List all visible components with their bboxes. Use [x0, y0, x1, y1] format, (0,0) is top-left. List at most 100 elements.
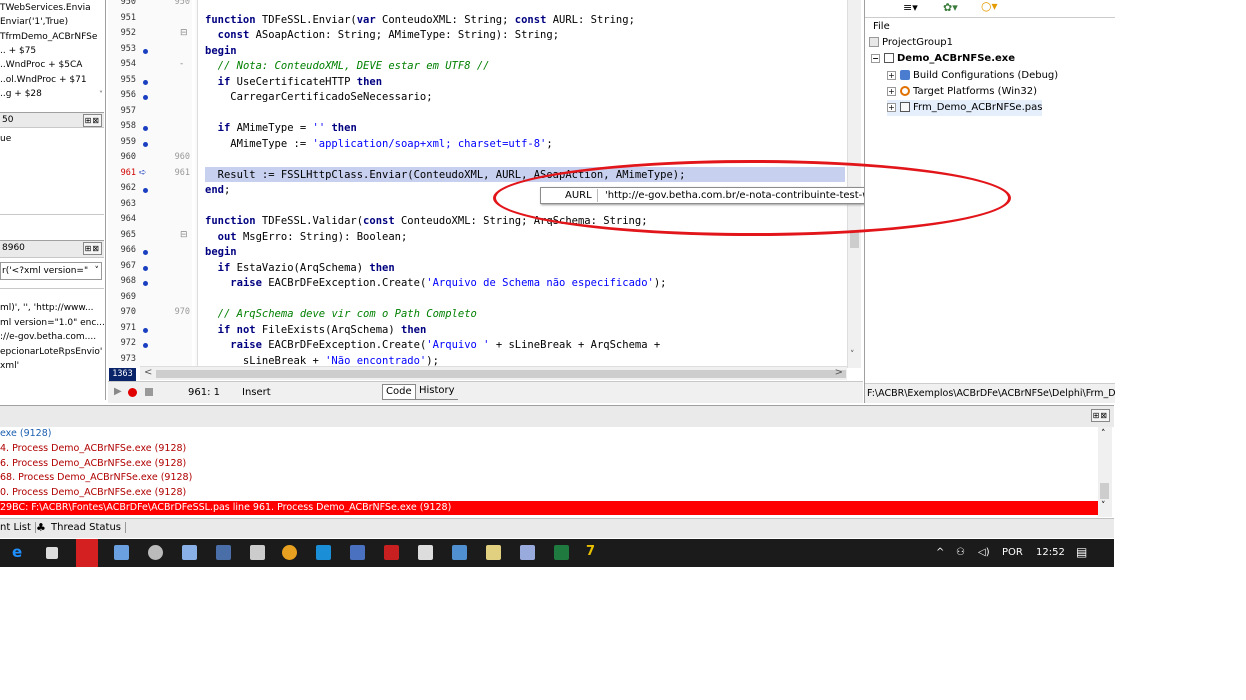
code-line[interactable]: raise EACBrDFeException.Create('Arquivo … [205, 338, 660, 354]
code-line[interactable]: end; [205, 183, 230, 199]
call-stack-item[interactable]: ..g + $28 [0, 88, 104, 101]
run-icon[interactable]: ▶ [114, 386, 122, 397]
fold-toggle-icon[interactable]: ⊟ [180, 230, 188, 240]
local-variable-item[interactable]: epcionarLoteRpsEnvio' [0, 346, 104, 359]
error-message-line[interactable]: 29BC: F:\ACBR\Fontes\ACBrDFe\ACBrDFeSSL.… [0, 501, 1098, 515]
app-icon-4[interactable] [250, 545, 265, 560]
code-line[interactable]: raise EACBrDFeException.Create('Arquivo … [205, 276, 666, 292]
app-icon-1[interactable] [114, 545, 129, 560]
code-line[interactable]: CarregarCertificadoSeNecessario; [205, 90, 432, 106]
code-line[interactable]: begin [205, 245, 237, 261]
edge-icon[interactable]: e [12, 543, 27, 561]
messages-scrollbar[interactable]: ˄ ˅ [1098, 427, 1112, 517]
breakpoint-dot-icon[interactable] [143, 250, 148, 255]
call-stack-item[interactable]: TWebServices.Envia [0, 2, 104, 15]
chrome-icon[interactable] [282, 545, 297, 560]
breakpoint-dot-icon[interactable] [143, 265, 148, 271]
filezilla-icon[interactable] [384, 545, 399, 560]
tab-history[interactable]: History [416, 384, 458, 400]
scroll-down-icon[interactable]: ˅ [1101, 501, 1106, 511]
options-icon[interactable]: ○▾ [981, 0, 998, 13]
tree-build-configurations[interactable]: + Build Configurations (Debug) [887, 68, 1058, 84]
breakpoint-dot-icon[interactable] [143, 281, 148, 286]
tab-code[interactable]: Code [382, 384, 416, 400]
app-icon-3[interactable] [216, 545, 231, 560]
app-icon-5[interactable] [350, 545, 365, 560]
messages-panel[interactable]: exe (9128) 4. Process Demo_ACBrNFSe.exe (… [0, 427, 1114, 517]
scroll-left-icon[interactable]: < [144, 367, 152, 378]
app-icon-7[interactable] [520, 545, 535, 560]
tab-thread-status[interactable]: Thread Status [51, 522, 127, 533]
skype-icon[interactable] [316, 545, 331, 560]
scroll-down-icon[interactable]: ˅ [99, 90, 103, 99]
project-group[interactable]: ProjectGroup1 [869, 35, 953, 51]
call-stack-item[interactable]: ..ol.WndProc + $71 [0, 74, 104, 87]
mail-icon[interactable] [418, 545, 433, 560]
local-variable-combo[interactable]: r('<?xml version=" ˅ [0, 262, 102, 280]
notes-icon[interactable] [486, 545, 501, 560]
call-stack-item[interactable]: ..WndProc + $5CA [0, 59, 104, 72]
project-exe[interactable]: − Demo_ACBrNFSe.exe [871, 51, 1015, 67]
code-line[interactable]: if AMimeType = '' then [205, 121, 357, 137]
breakpoint-dot-icon[interactable] [143, 343, 148, 348]
local-variable-item[interactable]: ml version="1.0" enc... [0, 317, 104, 330]
delphi-icon[interactable]: 7 [586, 544, 601, 559]
language-indicator[interactable]: POR [1002, 547, 1023, 558]
breakpoint-dot-icon[interactable] [143, 95, 148, 100]
panel-pin-close-icon[interactable]: ⊞⊠ [82, 242, 102, 255]
app-icon-2[interactable] [182, 545, 197, 560]
breakpoint-dot-icon[interactable] [143, 79, 148, 85]
breakpoint-dot-icon[interactable] [143, 327, 148, 333]
tray-chevron-icon[interactable]: ^ [936, 547, 944, 558]
call-stack-item[interactable]: .. + $75 [0, 45, 104, 58]
notifications-icon[interactable]: ▤ [1076, 545, 1087, 559]
sort-icon[interactable]: ≡▾ [903, 1, 918, 14]
code-line[interactable]: // Nota: ConteudoXML, DEVE estar em UTF8… [205, 59, 490, 75]
record-icon[interactable] [128, 388, 137, 397]
breakpoint-dot-icon[interactable] [143, 188, 148, 193]
network-icon[interactable]: ⚇ [956, 547, 965, 558]
message-line[interactable]: exe (9128) [0, 427, 51, 441]
stop-icon[interactable] [145, 388, 153, 396]
message-line[interactable]: 0. Process Demo_ACBrNFSe.exe (9128) [0, 486, 186, 500]
gear-icon[interactable] [148, 545, 163, 560]
fold-toggle-icon[interactable]: - [180, 59, 183, 69]
local-variable-item[interactable]: ://e-gov.betha.com.... [0, 331, 104, 344]
message-line[interactable]: 4. Process Demo_ACBrNFSe.exe (9128) [0, 442, 186, 456]
code-line[interactable]: // ArqSchema deve vir com o Path Complet… [205, 307, 477, 323]
app-active-icon[interactable] [76, 539, 98, 567]
local-variable-item[interactable]: ml)', '', 'http://www... [0, 302, 104, 315]
app-icon-6[interactable] [452, 545, 467, 560]
volume-icon[interactable]: ◁) [978, 547, 990, 558]
editor-horizontal-scrollbar[interactable]: < > [140, 366, 847, 380]
scroll-up-icon[interactable]: ˄ [1101, 429, 1106, 439]
code-line[interactable]: if not FileExists(ArqSchema) then [205, 323, 427, 339]
scroll-down-icon[interactable]: ˅ [850, 350, 855, 360]
local-variable-item[interactable]: xml' [0, 360, 104, 373]
breakpoint-dot-icon[interactable] [143, 126, 148, 131]
code-line[interactable]: if EstaVazio(ArqSchema) then [205, 261, 395, 277]
message-line[interactable]: 68. Process Demo_ACBrNFSe.exe (9128) [0, 471, 192, 485]
code-line[interactable]: out MsgErro: String): Boolean; [205, 230, 408, 246]
clock[interactable]: 12:52 [1036, 547, 1065, 558]
call-stack-item[interactable]: TfrmDemo_ACBrNFSe [0, 31, 104, 44]
code-line[interactable]: function TDFeSSL.Enviar(var ConteudoXML:… [205, 13, 635, 29]
tab-breakpoint-list[interactable]: nt List [0, 522, 36, 533]
code-line[interactable]: AMimeType := 'application/soap+xml; char… [205, 137, 552, 153]
panel-pin-close-icon[interactable]: ⊞⊠ [82, 114, 102, 127]
scroll-right-icon[interactable]: > [835, 367, 843, 378]
excel-icon[interactable] [554, 545, 569, 560]
code-line[interactable]: begin [205, 44, 237, 60]
code-line[interactable]: const ASoapAction: String; AMimeType: St… [205, 28, 559, 44]
call-stack-item[interactable]: Enviar('1',True) [0, 16, 104, 29]
store-icon[interactable] [46, 547, 58, 559]
message-line[interactable]: 6. Process Demo_ACBrNFSe.exe (9128) [0, 457, 186, 471]
breakpoint-dot-icon[interactable] [143, 48, 148, 54]
tree-form-unit[interactable]: + Frm_Demo_ACBrNFSe.pas [887, 100, 1043, 116]
code-line[interactable]: if UseCertificateHTTP then [205, 75, 382, 91]
build-icon[interactable]: ✿▾ [943, 1, 958, 14]
breakpoint-dot-icon[interactable] [143, 141, 148, 147]
panel-pin-close-icon[interactable]: ⊞⊠ [1090, 409, 1110, 422]
tree-target-platforms[interactable]: + Target Platforms (Win32) [887, 84, 1037, 100]
fold-toggle-icon[interactable]: ⊟ [180, 28, 188, 38]
